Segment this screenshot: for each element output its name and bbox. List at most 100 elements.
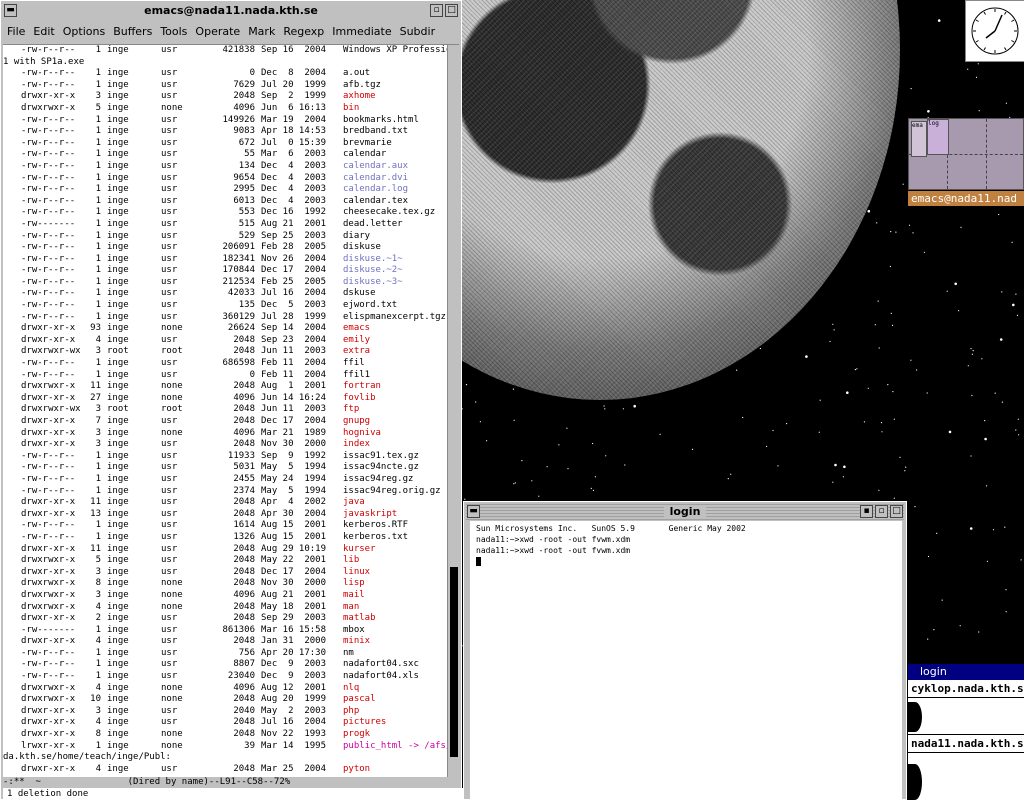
dired-row[interactable]: -rw-r--r-- 1 inge usr 170844 Dec 17 2004 disku… [3, 265, 447, 277]
iconify-button[interactable]: ▪ [860, 505, 873, 518]
dired-row[interactable]: drwxr-xr-x 3 inge usr 2040 May 2 2003 php [3, 706, 447, 718]
dired-row[interactable]: -rw-r--r-- 1 inge usr 134 Dec 4 2003 calendar.… [3, 161, 447, 173]
scrollbar-thumb[interactable] [450, 567, 458, 757]
file-name[interactable]: axhome [343, 91, 376, 103]
file-name[interactable]: da.kth.se/home/teach/inge/Publ: [3, 752, 171, 764]
login-window-partial[interactable]: login cyklop.nada.kth.se nada11.nada.kth… [908, 664, 1024, 800]
file-name[interactable]: dskuse [343, 288, 376, 300]
file-name[interactable]: a.out [343, 68, 370, 80]
menu-file[interactable]: File [3, 20, 29, 44]
file-name[interactable]: kurser [343, 544, 376, 556]
dired-row[interactable]: drwxrwxr-x 10 inge none 2048 Aug 20 1999 pasca… [3, 694, 447, 706]
menu-regexp[interactable]: Regexp [279, 20, 328, 44]
dired-row[interactable]: drwxrwxr-wx 3 root root 2048 Jun 11 2003 ftp [3, 404, 447, 416]
file-name[interactable]: dead.letter [343, 219, 403, 231]
file-name[interactable]: fovlib [343, 393, 376, 405]
file-name[interactable]: progk [343, 729, 370, 741]
file-name[interactable]: issac94ncte.gz [343, 462, 419, 474]
terminal-output[interactable]: Sun Microsystems Inc. SunOS 5.9 Generic … [470, 521, 902, 799]
dired-row[interactable]: drwxrwxr-x 5 inge none 4096 Jun 6 16:13 bin [3, 103, 447, 115]
dired-row[interactable]: drwxr-xr-x 4 inge usr 2048 Jan 31 2000 minix [3, 636, 447, 648]
file-name[interactable]: issac94reg.orig.gz [343, 486, 441, 498]
file-name[interactable]: linux [343, 567, 370, 579]
login-titlebar[interactable]: ▬ login ▪ ▫ □ [466, 504, 904, 520]
dired-row[interactable]: -rw-r--r-- 1 inge usr 421838 Sep 16 2004 Windo… [3, 45, 447, 57]
file-name[interactable]: calendar [343, 149, 386, 161]
dired-row[interactable]: -rw-r--r-- 1 inge usr 2995 Dec 4 2003 calendar… [3, 184, 447, 196]
file-name[interactable]: kerberos.txt [343, 532, 408, 544]
dired-row[interactable]: -rw-r--r-- 1 inge usr 529 Sep 25 2003 diary [3, 231, 447, 243]
dired-row[interactable]: -rw-r--r-- 1 inge usr 0 Feb 11 2004 ffil1 [3, 370, 447, 382]
dired-row[interactable]: drwxrwxr-x 8 inge none 2048 Nov 30 2000 lisp [3, 578, 447, 590]
dired-row[interactable]: -rw-r--r-- 1 inge usr 686598 Feb 11 2004 ffil [3, 358, 447, 370]
file-name[interactable]: Windows XP Professiona [343, 45, 447, 57]
dired-row[interactable]: drwxr-xr-x 93 inge none 26624 Sep 14 2004 emac… [3, 323, 447, 335]
file-name[interactable]: diskuse.~2~ [343, 265, 403, 277]
menu-options[interactable]: Options [59, 20, 109, 44]
emacs-scrollbar[interactable] [447, 45, 460, 777]
file-name[interactable]: man [343, 602, 359, 614]
login-terminal-window[interactable]: ▬ login ▪ ▫ □ Sun Microsystems Inc. SunO… [463, 501, 907, 800]
dired-row[interactable]: drwxr-xr-x 27 inge none 4096 Jun 14 16:24 fovl… [3, 393, 447, 405]
dired-row[interactable]: drwxr-xr-x 7 inge usr 2048 Dec 17 2004 gnupg [3, 416, 447, 428]
menu-operate[interactable]: Operate [191, 20, 244, 44]
menu-edit[interactable]: Edit [29, 20, 58, 44]
menu-tools[interactable]: Tools [156, 20, 191, 44]
dired-row[interactable]: drwxrwxr-x 4 inge none 4096 Aug 12 2001 nlq [3, 683, 447, 695]
file-name[interactable]: matlab [343, 613, 376, 625]
file-name[interactable]: public_html -> /afs/na [343, 741, 447, 753]
file-name[interactable]: php [343, 706, 359, 718]
dired-row[interactable]: drwxr-xr-x 4 inge usr 2048 Sep 23 2004 emily [3, 335, 447, 347]
dired-row[interactable]: -rw-r--r-- 1 inge usr 7629 Jul 20 1999 afb.tgz [3, 80, 447, 92]
file-name[interactable]: ejword.txt [343, 300, 397, 312]
dired-row[interactable]: -rw-r--r-- 1 inge usr 55 Mar 6 2003 calendar [3, 149, 447, 161]
file-name[interactable]: calendar.tex [343, 196, 408, 208]
file-name[interactable]: diskuse.~1~ [343, 254, 403, 266]
dired-row[interactable]: -rw-r--r-- 1 inge usr 2455 May 24 1994 issac94… [3, 474, 447, 486]
file-name[interactable]: lib [343, 555, 359, 567]
menu-subdir[interactable]: Subdir [396, 20, 440, 44]
dired-row[interactable]: -rw-r--r-- 1 inge usr 5031 May 5 1994 issac94n… [3, 462, 447, 474]
minimize-button[interactable]: ▫ [430, 4, 443, 17]
dired-row[interactable]: -rw-r--r-- 1 inge usr 6013 Dec 4 2003 calendar… [3, 196, 447, 208]
menu-mark[interactable]: Mark [244, 20, 279, 44]
file-name[interactable]: mbox [343, 625, 365, 637]
file-name[interactable]: gnupg [343, 416, 370, 428]
file-name[interactable]: emily [343, 335, 370, 347]
dired-row[interactable]: drwxr-xr-x 3 inge usr 2048 Sep 2 1999 axhome [3, 91, 447, 103]
file-name[interactable]: issac94reg.gz [343, 474, 413, 486]
file-name[interactable]: calendar.aux [343, 161, 408, 173]
dired-row[interactable]: -rw-r--r-- 1 inge usr 206091 Feb 28 2005 disku… [3, 242, 447, 254]
dired-row[interactable]: 1 with SP1a.exe [3, 57, 447, 69]
file-name[interactable]: extra [343, 346, 370, 358]
emacs-titlebar[interactable]: ▬ emacs@nada11.nada.kth.se ▫ □ [3, 3, 459, 19]
file-name[interactable]: kerberos.RTF [343, 520, 408, 532]
file-name[interactable]: hogniva [343, 428, 381, 440]
file-name[interactable]: nm [343, 648, 354, 660]
dired-row[interactable]: drwxrwxr-x 3 inge none 4096 Aug 21 2001 mail [3, 590, 447, 602]
maximize-button[interactable]: □ [445, 4, 458, 17]
dired-row[interactable]: -rw------- 1 inge usr 861306 Mar 16 15:58 mbox [3, 625, 447, 637]
file-name[interactable]: index [343, 439, 370, 451]
dired-row[interactable]: -rw-r--r-- 1 inge usr 2374 May 5 1994 issac94r… [3, 486, 447, 498]
file-name[interactable]: bookmarks.html [343, 115, 419, 127]
dired-row[interactable]: -rw-r--r-- 1 inge usr 9654 Dec 4 2003 calendar… [3, 173, 447, 185]
dired-row[interactable]: -rw-r--r-- 1 inge usr 9083 Apr 18 14:53 bredba… [3, 126, 447, 138]
file-name[interactable]: mail [343, 590, 365, 602]
file-name[interactable]: pyton [343, 764, 370, 776]
dired-row[interactable]: -rw-r--r-- 1 inge usr 0 Dec 8 2004 a.out [3, 68, 447, 80]
file-name[interactable]: nadafort04.sxc [343, 659, 419, 671]
pager-grid[interactable]: ema log [908, 118, 1024, 190]
dired-row[interactable]: -rw-r--r-- 1 inge usr 360129 Jul 28 1999 elisp… [3, 312, 447, 324]
dired-buffer[interactable]: -rw-r--r-- 1 inge usr 421838 Sep 16 2004 Windo… [3, 45, 447, 777]
dired-row[interactable]: drwxr-xr-x 3 inge none 4096 Mar 21 1989 hogniv… [3, 428, 447, 440]
dired-row[interactable]: drwxr-xr-x 4 inge usr 2048 Mar 25 2004 pyton [3, 764, 447, 776]
dired-row[interactable]: -rw-r--r-- 1 inge usr 182341 Nov 26 2004 disku… [3, 254, 447, 266]
dired-row[interactable]: -rw-r--r-- 1 inge usr 135 Dec 5 2003 ejword.tx… [3, 300, 447, 312]
file-name[interactable]: afb.tgz [343, 80, 381, 92]
window-menu-button[interactable]: ▬ [467, 505, 480, 518]
dired-row[interactable]: drwxr-xr-x 11 inge usr 2048 Aug 29 10:19 kurse… [3, 544, 447, 556]
file-name[interactable]: javaskript [343, 509, 397, 521]
dired-row[interactable]: drwxr-xr-x 4 inge usr 2048 Jul 16 2004 picture… [3, 717, 447, 729]
dired-row[interactable]: da.kth.se/home/teach/inge/Publ: [3, 752, 447, 764]
